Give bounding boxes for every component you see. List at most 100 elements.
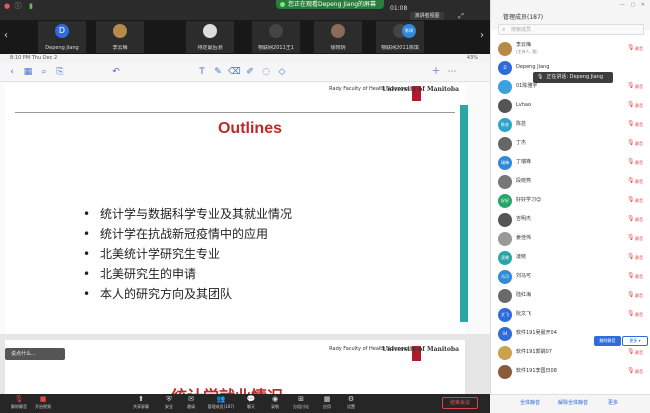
bookmark-icon[interactable]: ⎘ [54, 66, 66, 78]
slide-title: Outlines [217, 120, 282, 137]
member-row[interactable]: 段晓燕 🎙 静音 [491, 173, 650, 190]
video-strip: ‹ D Depeng Jiang 李云梅 待定最后测 物联网2011王1 徐晓玥… [0, 20, 490, 54]
unmute-all-button[interactable]: 解除全体静音 [558, 399, 588, 408]
panel-footer: 全体静音 解除全体静音 更多 [490, 394, 650, 413]
muted-mic-icon[interactable]: 🎙 [627, 82, 635, 90]
next-slide-title: 统计学就业情况 [171, 383, 283, 394]
screen-share-banner[interactable]: 您正在观看Depeng Jiang的屏幕 [276, 0, 385, 9]
close-icon[interactable]: ● [3, 2, 11, 10]
avatar [113, 24, 127, 38]
member-row[interactable]: 陈芸 陈芸 🎙 静音 [491, 116, 650, 133]
member-row[interactable]: 姜佳伟 🎙 静音 [491, 230, 650, 247]
mute-label: 静音 [635, 236, 643, 241]
strip-next-icon[interactable]: › [480, 30, 484, 42]
tile-name: 李云梅 [112, 45, 128, 51]
pen-icon[interactable]: ✎ [212, 66, 224, 78]
member-row[interactable]: 凌晓 凌晓 🎙 静音 [491, 249, 650, 266]
text-icon[interactable]: T [196, 66, 208, 78]
mute-all-button[interactable]: 全体静音 [520, 399, 540, 408]
chat-hint-input[interactable]: 说点什么... [5, 348, 65, 360]
member-role: (主持人, 我) [516, 49, 538, 54]
muted-mic-icon[interactable]: 🎙 [627, 253, 635, 261]
ipad-battery: 43% [466, 55, 478, 61]
end-meeting-button[interactable]: 结束会议 [442, 397, 478, 409]
member-row[interactable]: 马可 刘马可 🎙 静音 [491, 268, 650, 285]
settings-icon: ⚙ [347, 395, 355, 403]
lasso-icon[interactable]: ◌ [260, 66, 272, 78]
member-unmute-button[interactable]: 解除静音 [594, 336, 621, 346]
member-more-button[interactable]: 更多 ▾ [622, 336, 648, 346]
muted-mic-icon[interactable]: 🎙 [627, 367, 635, 375]
mute-label: 静音 [635, 141, 643, 146]
shape-icon[interactable]: ◇ [276, 66, 288, 78]
muted-mic-icon[interactable]: 🎙 [627, 120, 635, 128]
muted-mic-icon[interactable]: 🎙 [627, 196, 635, 204]
avatar: 文飞 [498, 308, 512, 322]
eraser-icon[interactable]: ⌫ [228, 66, 241, 78]
muted-mic-icon[interactable]: 🎙 [627, 44, 635, 52]
muted-mic-icon[interactable]: 🎙 [627, 272, 635, 280]
member-row[interactable]: 丁杰 🎙 静音 [491, 135, 650, 152]
back-icon[interactable]: ‹ [6, 66, 18, 78]
member-name: 01陈雅宇 [516, 83, 538, 89]
muted-mic-icon[interactable]: 🎙 [627, 310, 635, 318]
search-input[interactable] [511, 25, 641, 34]
member-row[interactable]: 李云梅 (主持人, 我) 🎙 静音 [491, 40, 650, 57]
member-row[interactable]: 瑞锋 丁瑞锋 🎙 静音 [491, 154, 650, 171]
muted-mic-icon[interactable]: 🎙 [627, 139, 635, 147]
avatar [498, 80, 512, 94]
member-name: 软件191吴晨开04 [516, 330, 557, 336]
settings-button[interactable]: ⚙ 设置 [334, 395, 368, 413]
tile-name: 徐晓玥 [330, 45, 346, 51]
muted-mic-icon[interactable]: 🎙 [627, 234, 635, 242]
member-row[interactable]: 文飞 阮文飞 🎙 静音 [491, 306, 650, 323]
start-video-button[interactable]: ■ 开启视频 [26, 395, 60, 413]
highlighter-icon[interactable]: ✐ [244, 66, 256, 78]
search-icon[interactable]: ⌕ [38, 66, 50, 78]
member-row[interactable]: 陆红海 🎙 静音 [491, 287, 650, 304]
slide-accent-band [460, 105, 468, 322]
video-tile[interactable]: 待定最后测 [186, 21, 234, 53]
signal-icon[interactable]: ▮ [27, 2, 35, 10]
window-controls-icon[interactable]: — ▢ ✕ [620, 2, 647, 8]
member-search[interactable]: ⌕ [498, 24, 644, 35]
video-tile[interactable]: D Depeng Jiang [38, 21, 86, 53]
muted-mic-icon[interactable]: 🎙 [627, 158, 635, 166]
slide-outlines: Rady Faculty of Health Sciences Universi… [5, 84, 465, 334]
more-menu-button[interactable]: 更多 [608, 399, 618, 408]
title-bar: ● ⓘ ▮ 您正在观看Depeng Jiang的屏幕 01:08 演讲者视图 ⤢ [0, 0, 490, 22]
slide-next: Rady Faculty of Health Sciences Universi… [5, 340, 465, 394]
member-row[interactable]: Lvhao 🎙 静音 [491, 97, 650, 114]
member-row[interactable]: 软件191李国日08 🎙 静音 [491, 363, 650, 380]
video-tile[interactable]: 陈琪 [400, 21, 420, 53]
video-tile[interactable]: 李云梅 [96, 21, 144, 53]
avatar: 马可 [498, 270, 512, 284]
strip-prev-icon[interactable]: ‹ [4, 30, 8, 42]
avatar: D [498, 61, 512, 75]
member-name: 陈芸 [516, 121, 527, 127]
search-icon: ⌕ [502, 26, 506, 33]
info-icon[interactable]: ⓘ [14, 2, 22, 10]
video-tile[interactable]: 徐晓玥 [314, 21, 362, 53]
ipad-time: 8:10 PM Thu Dec 2 [10, 55, 58, 61]
member-row[interactable]: 软件191郭娟07 🎙 静音 [491, 344, 650, 361]
undo-icon[interactable]: ↶ [110, 66, 122, 78]
video-tile[interactable]: 物联网2011王1 [252, 21, 300, 53]
avatar: 凌晓 [498, 251, 512, 265]
member-row[interactable]: 吉明杰 🎙 静音 [491, 211, 650, 228]
muted-mic-icon[interactable]: 🎙 [627, 291, 635, 299]
mute-label: 静音 [635, 293, 643, 298]
avatar [498, 99, 512, 113]
muted-mic-icon[interactable]: 🎙 [627, 348, 635, 356]
muted-mic-icon[interactable]: 🎙 [627, 177, 635, 185]
muted-mic-icon[interactable]: 🎙 [627, 101, 635, 109]
muted-mic-icon[interactable]: 🎙 [627, 215, 635, 223]
member-name: 吉明杰 [516, 216, 532, 222]
avatar [498, 346, 512, 360]
member-row[interactable]: 好好 好好学习😊 🎙 静音 [491, 192, 650, 209]
grid-icon[interactable]: ▦ [22, 66, 34, 78]
add-icon[interactable]: ＋ [430, 66, 442, 78]
member-name: 凌晓 [516, 254, 527, 260]
list-item: 统计学在抗战新冠疫情中的应用 [83, 224, 292, 244]
more-icon[interactable]: ⋯ [446, 66, 458, 78]
